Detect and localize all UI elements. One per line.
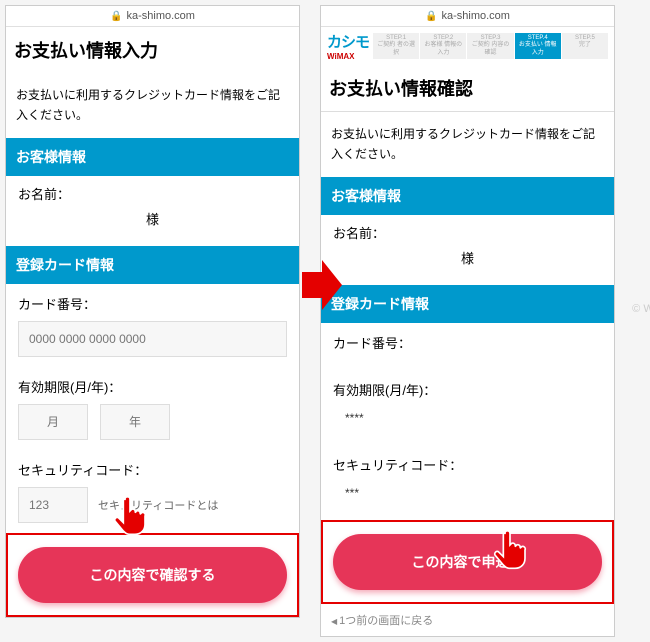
brand-logo: カシモ WiMAX (327, 31, 369, 61)
step-5: STEP.5完了 (562, 33, 608, 59)
name-label: お名前： (333, 223, 602, 242)
step-2: STEP.2お客様 情報の入力 (420, 33, 466, 59)
page-desc: お支払いに利用するクレジットカード情報をご記入ください。 (321, 112, 614, 177)
step-3: STEP.3ご契約 内容の確認 (467, 33, 513, 59)
url-text: ka-shimo.com (126, 10, 194, 22)
cvv-value: *** (333, 482, 602, 510)
card-label: カード番号： (333, 333, 602, 352)
confirm-button-highlight: この内容で確認する (6, 533, 299, 617)
page-title: お支払い情報入力 (6, 27, 299, 73)
expiry-label: 有効期限(月/年)： (18, 377, 287, 396)
url-text: ka-shimo.com (441, 10, 509, 22)
lock-icon: 🔒 (425, 11, 437, 22)
expiry-year-input[interactable] (100, 404, 170, 440)
name-label: お名前： (18, 184, 287, 203)
arrow-right-icon (302, 260, 342, 321)
step-indicator: STEP.1ご契約 者の選択 STEP.2お客様 情報の入力 STEP.3ご契約… (373, 33, 608, 59)
cvv-label: セキュリティコード： (333, 455, 602, 474)
url-bar: 🔒 ka-shimo.com (6, 6, 299, 27)
back-link[interactable]: 1つ前の画面に戻る (321, 604, 614, 636)
cvv-label: セキュリティコード： (18, 460, 287, 479)
submit-button[interactable]: この内容で申込む (333, 534, 602, 590)
lock-icon: 🔒 (110, 11, 122, 22)
expiry-month-input[interactable] (18, 404, 88, 440)
phone-left: 🔒 ka-shimo.com お支払い情報入力 お支払いに利用するクレジットカー… (5, 5, 300, 618)
confirm-button[interactable]: この内容で確認する (18, 547, 287, 603)
cvv-hint-link[interactable]: セキュリティコードとは (98, 497, 218, 513)
page-desc: お支払いに利用するクレジットカード情報をご記入ください。 (6, 73, 299, 138)
submit-button-highlight: この内容で申込む (321, 520, 614, 604)
watermark: © Wi-Fiの (632, 300, 650, 316)
name-value: 様 (333, 242, 602, 273)
section-customer: お客様情報 (321, 177, 614, 215)
card-label: カード番号： (18, 294, 287, 313)
name-value: 様 (18, 203, 287, 234)
step-4: STEP.4お支払い 情報入力 (515, 33, 561, 59)
cvv-input[interactable] (18, 487, 88, 523)
page-title: お支払い情報確認 (321, 65, 614, 112)
section-card: 登録カード情報 (6, 246, 299, 284)
phone-right: 🔒 ka-shimo.com カシモ WiMAX STEP.1ご契約 者の選択 … (320, 5, 615, 637)
expiry-value: **** (333, 407, 602, 435)
header-row: カシモ WiMAX STEP.1ご契約 者の選択 STEP.2お客様 情報の入力… (321, 27, 614, 65)
section-card: 登録カード情報 (321, 285, 614, 323)
card-number-input[interactable] (18, 321, 287, 357)
step-1: STEP.1ご契約 者の選択 (373, 33, 419, 59)
url-bar: 🔒 ka-shimo.com (321, 6, 614, 27)
expiry-label: 有効期限(月/年)： (333, 380, 602, 399)
section-customer: お客様情報 (6, 138, 299, 176)
